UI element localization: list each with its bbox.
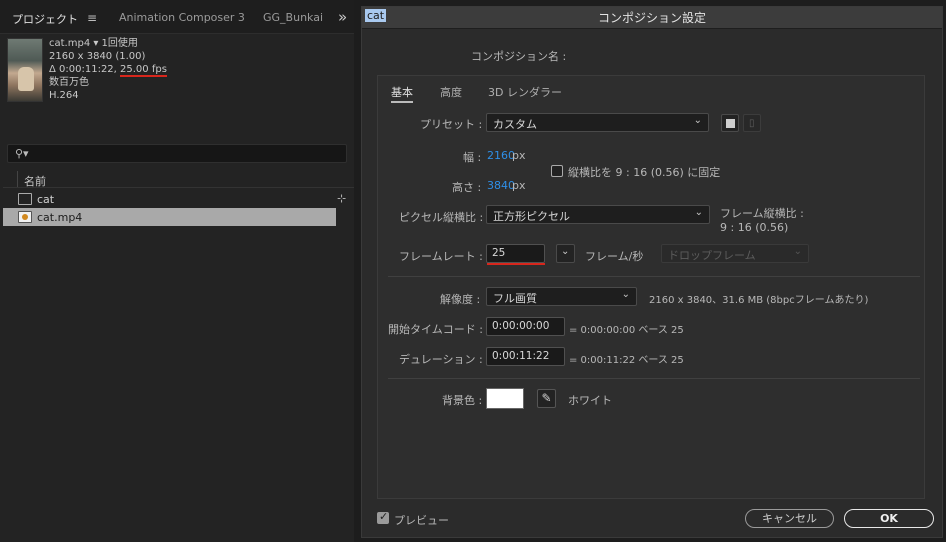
start-timecode-label: 開始タイムコード :: [388, 323, 483, 336]
eyedropper-icon[interactable]: ✎: [537, 389, 556, 408]
footage-name-line[interactable]: cat.mp4 ▾ 1回使用: [49, 37, 167, 50]
frame-aspect-label: フレーム縦横比 :: [720, 207, 804, 220]
width-label: 幅 :: [463, 151, 482, 164]
comp-name-value: cat: [365, 9, 387, 22]
height-label: 高さ :: [452, 181, 482, 194]
tab-animation-composer[interactable]: Animation Composer 3: [119, 11, 245, 24]
list-header: 名前: [3, 171, 354, 188]
resolution-label: 解像度 :: [440, 293, 481, 306]
frame-rate-label: フレームレート :: [399, 250, 483, 263]
width-unit: px: [512, 149, 526, 162]
double-chevron-right-icon[interactable]: »: [338, 8, 347, 26]
save-icon: [726, 119, 735, 128]
delete-preset-button[interactable]: ▯: [743, 114, 761, 132]
footage-resolution: 2160 x 3840 (1.00): [49, 51, 146, 62]
resolution-info: 2160 x 3840、31.6 MB (8bpcフレームあたり): [649, 295, 869, 306]
start-timecode-info: = 0:00:00:00 ベース 25: [569, 325, 684, 336]
footage-info: cat.mp4 ▾ 1回使用 2160 x 3840 (1.00) Δ 0:00…: [49, 37, 167, 102]
divider: [388, 276, 920, 277]
height-unit: px: [512, 179, 526, 192]
tab-basic[interactable]: 基本: [391, 84, 413, 103]
save-preset-button[interactable]: [721, 114, 739, 132]
chevron-down-icon: ⌄: [793, 246, 802, 257]
frame-rate-menu-button[interactable]: ⌄: [556, 244, 575, 263]
bg-color-swatch[interactable]: [486, 388, 524, 409]
drop-frame-value: ドロップフレーム: [668, 249, 756, 262]
footage-fps: 25.00 fps: [120, 64, 167, 77]
pixel-aspect-dropdown[interactable]: 正方形ピクセル ⌄: [486, 205, 710, 224]
cancel-button[interactable]: キャンセル: [745, 509, 834, 528]
duration-input[interactable]: 0:00:11:22: [486, 347, 565, 366]
tab-gg-bunkai[interactable]: GG_Bunkai: [263, 11, 323, 24]
chevron-down-icon: ⌄: [693, 115, 702, 126]
preset-label: プリセット :: [420, 118, 483, 131]
search-input[interactable]: ⚲▾: [7, 144, 347, 163]
ok-button[interactable]: OK: [844, 509, 934, 528]
frame-rate-unit: フレーム/秒: [585, 250, 644, 263]
composition-settings-dialog: コンポジション設定 コンポジション名 : cat 基本 高度 3D レンダラー …: [361, 6, 943, 538]
duration-info: = 0:00:11:22 ベース 25: [569, 355, 684, 366]
panel-tab-bar: プロジェクト ≡ Animation Composer 3 GG_Bunkai …: [0, 0, 354, 34]
annotation-underline: [487, 263, 545, 265]
settings-group: 基本 高度 3D レンダラー プリセット : カスタム ⌄ ▯ 幅 : 2160…: [377, 75, 925, 499]
divider: [388, 378, 920, 379]
footage-duration-line: Δ 0:00:11:22, 25.00 fps: [49, 63, 167, 77]
resolution-value: フル画質: [493, 292, 537, 305]
footage-codec: H.264: [49, 90, 79, 101]
item-name: cat.mp4: [37, 211, 83, 224]
hamburger-icon[interactable]: ≡: [87, 11, 97, 25]
pixel-aspect-value: 正方形ピクセル: [493, 210, 570, 223]
footage-colors: 数百万色: [49, 77, 89, 88]
project-panel: プロジェクト ≡ Animation Composer 3 GG_Bunkai …: [0, 0, 354, 542]
duration-label: デュレーション :: [399, 353, 483, 366]
search-icon[interactable]: ⚲▾: [15, 147, 29, 160]
dialog-titlebar: コンポジション設定: [362, 7, 942, 29]
footage-icon: [18, 211, 32, 223]
tab-advanced[interactable]: 高度: [440, 84, 462, 100]
list-item[interactable]: cat.mp4: [3, 208, 336, 226]
column-divider: [17, 171, 18, 187]
frame-rate-value: 25: [492, 247, 506, 259]
flowchart-icon[interactable]: ⊹: [337, 192, 346, 205]
pixel-aspect-label: ピクセル縦横比 :: [399, 211, 484, 224]
bg-color-label: 背景色 :: [442, 394, 483, 407]
column-name-header[interactable]: 名前: [24, 173, 46, 189]
preset-dropdown[interactable]: カスタム ⌄: [486, 113, 709, 132]
start-timecode-input[interactable]: 0:00:00:00: [486, 317, 565, 336]
preview-checkbox[interactable]: ✓: [377, 510, 389, 524]
comp-name-label: コンポジション名 :: [471, 50, 567, 63]
lock-aspect-label: 縦横比を 9 : 16 (0.56) に固定: [568, 166, 721, 179]
composition-icon: [18, 193, 32, 205]
item-name: cat: [37, 193, 55, 206]
preview-label: プレビュー: [394, 514, 449, 527]
width-value[interactable]: 2160: [487, 149, 515, 162]
footage-duration: Δ 0:00:11:22,: [49, 64, 121, 75]
chevron-down-icon: ⌄: [561, 246, 570, 257]
height-value[interactable]: 3840: [487, 179, 515, 192]
trash-icon: ▯: [749, 118, 755, 129]
frame-rate-input[interactable]: 25: [486, 244, 545, 263]
lock-aspect-checkbox[interactable]: [551, 165, 563, 177]
tab-project[interactable]: プロジェクト: [12, 11, 78, 27]
checkmark-icon: ✓: [379, 510, 389, 523]
cat-image: [18, 67, 34, 91]
resolution-dropdown[interactable]: フル画質 ⌄: [486, 287, 637, 306]
dialog-title: コンポジション設定: [597, 11, 706, 25]
chevron-down-icon: ⌄: [621, 289, 630, 300]
start-timecode-value: 0:00:00:00: [492, 320, 550, 332]
chevron-down-icon: ⌄: [694, 207, 703, 218]
footage-thumbnail: [7, 38, 43, 102]
tab-3d-renderer[interactable]: 3D レンダラー: [488, 84, 562, 100]
preset-value: カスタム: [493, 118, 537, 131]
frame-aspect-value: 9 : 16 (0.56): [720, 221, 789, 234]
bg-color-name: ホワイト: [568, 394, 612, 407]
list-item[interactable]: cat: [3, 190, 336, 208]
drop-frame-dropdown[interactable]: ドロップフレーム ⌄: [661, 244, 809, 263]
duration-value: 0:00:11:22: [492, 350, 550, 362]
